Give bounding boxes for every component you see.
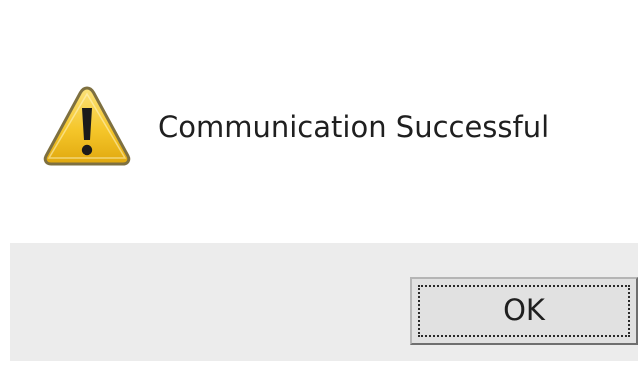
dialog-message: Communication Successful [158,110,550,144]
ok-button-label: OK [503,293,545,327]
dialog-content: Communication Successful [0,0,638,243]
message-dialog: Communication Successful OK [0,0,638,366]
button-bar: OK [10,243,638,361]
warning-icon [43,86,131,166]
ok-button[interactable]: OK [410,277,638,345]
